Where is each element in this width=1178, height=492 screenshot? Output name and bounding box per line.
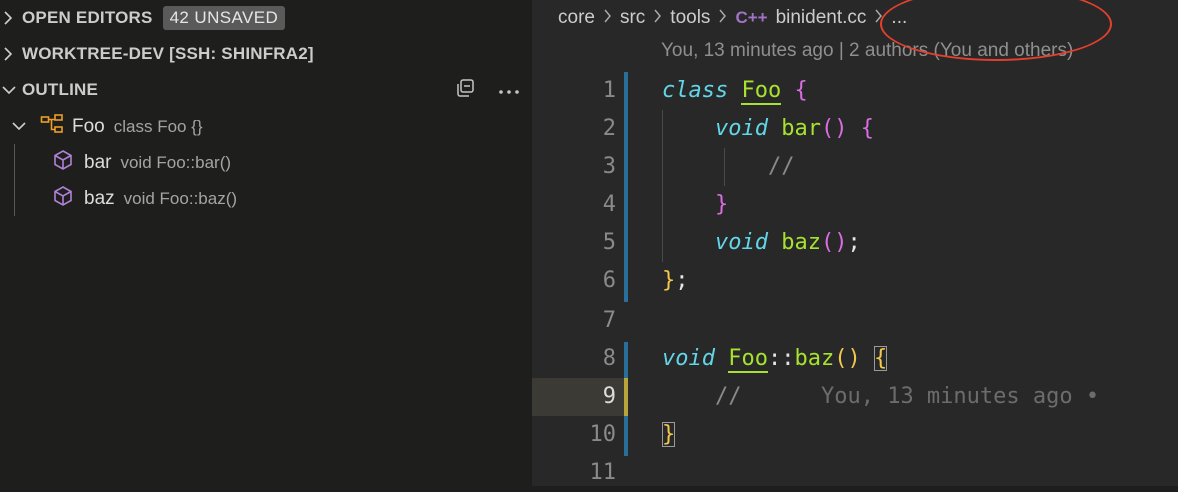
- symbol-detail: class Foo {}: [113, 117, 203, 136]
- line-number: 9: [602, 384, 616, 409]
- method-symbol-icon: [52, 149, 74, 177]
- chevron-down-icon[interactable]: [12, 116, 28, 138]
- brace: }: [662, 268, 676, 293]
- breadcrumb-item[interactable]: core: [558, 7, 595, 29]
- semicolon: ;: [675, 268, 689, 293]
- worktree-header[interactable]: WORKTREE-DEV [SSH: SHINFRA2]: [0, 36, 532, 72]
- symbol-detail: void Foo::baz(): [123, 189, 238, 208]
- code-line-2: void bar() {: [662, 110, 874, 148]
- semicolon: ;: [847, 230, 861, 255]
- git-modified-indicator[interactable]: [624, 378, 628, 416]
- class-symbol-icon: [40, 113, 64, 141]
- outline-item-baz[interactable]: baz void Foo::baz(): [52, 181, 237, 217]
- code-line-8: void Foo::baz() {: [662, 340, 888, 378]
- outline-header[interactable]: OUTLINE: [0, 72, 532, 108]
- outline-item-bar[interactable]: bar void Foo::bar(): [52, 145, 231, 181]
- keyword: void: [714, 116, 768, 141]
- chevron-right-icon[interactable]: [2, 47, 22, 61]
- keyword: void: [714, 230, 768, 255]
- more-actions-icon[interactable]: [498, 80, 520, 100]
- symbol-name: bar: [84, 152, 112, 173]
- code-line-6: };: [662, 262, 689, 300]
- breadcrumb-item[interactable]: src: [620, 7, 645, 29]
- symbol-detail: void Foo::bar(): [120, 153, 232, 172]
- worktree-title: WORKTREE-DEV [SSH: SHINFRA2]: [22, 44, 314, 63]
- code-line-10: }: [662, 416, 676, 454]
- line-number: 7: [602, 308, 616, 333]
- parens: (): [820, 116, 848, 141]
- chevron-right-icon: [603, 8, 612, 28]
- outline-tree: Foo class Foo {} bar void Foo::bar() baz…: [0, 108, 532, 486]
- sidebar: OPEN EDITORS 42 UNSAVED WORKTREE-DEV [SS…: [0, 0, 532, 486]
- outline-title: OUTLINE: [22, 80, 99, 99]
- git-change-indicator[interactable]: [624, 342, 628, 378]
- chevron-right-icon[interactable]: [2, 11, 22, 25]
- line-number: 6: [602, 268, 616, 293]
- line-number: 10: [589, 422, 617, 447]
- code-line-4: }: [662, 186, 728, 224]
- comment: //: [714, 384, 742, 409]
- code-line-9: // You, 13 minutes ago •: [662, 378, 1099, 416]
- chevron-down-icon[interactable]: [2, 84, 22, 96]
- comment: //: [767, 154, 795, 179]
- outline-item-foo[interactable]: Foo class Foo {}: [12, 109, 203, 145]
- parens: (): [834, 346, 861, 371]
- outline-actions: [456, 72, 520, 108]
- breadcrumb-more[interactable]: ...: [891, 7, 907, 29]
- brace: }: [714, 192, 729, 217]
- chevron-right-icon: [718, 8, 727, 28]
- inline-blame[interactable]: You, 13 minutes ago •: [821, 384, 1099, 409]
- code-line-1: class Foo {: [662, 72, 808, 110]
- breadcrumb-file[interactable]: binident.cc: [776, 7, 867, 29]
- line-number: 5: [602, 230, 616, 255]
- symbol-name: Foo: [72, 116, 105, 137]
- chevron-right-icon: [653, 8, 662, 28]
- line-number: 3: [602, 154, 616, 179]
- breadcrumb-item[interactable]: tools: [670, 7, 710, 29]
- line-number: 4: [602, 192, 616, 217]
- git-change-indicator[interactable]: [624, 416, 628, 456]
- function-name: baz: [781, 230, 821, 255]
- blame-codelens[interactable]: You, 13 minutes ago | 2 authors (You and…: [661, 40, 1073, 62]
- brace: {: [860, 116, 874, 141]
- method-symbol-icon: [52, 185, 74, 213]
- chevron-right-icon: [874, 8, 883, 28]
- line-number: 1: [602, 78, 616, 103]
- cpp-file-icon: C++: [735, 8, 768, 27]
- class-name: Foo: [741, 78, 782, 105]
- breadcrumb: core src tools C++ binident.cc ...: [558, 0, 907, 36]
- function-name: baz: [794, 346, 835, 371]
- scope-operator: ::: [767, 346, 795, 371]
- open-editors-header[interactable]: OPEN EDITORS 42 UNSAVED: [0, 0, 532, 36]
- symbol-name: baz: [84, 188, 115, 209]
- line-number: 8: [602, 346, 616, 371]
- code-editor[interactable]: core src tools C++ binident.cc ... You, …: [532, 0, 1178, 486]
- matched-brace: }: [662, 422, 676, 447]
- parens: (): [820, 230, 848, 255]
- code-line-3: //: [662, 148, 795, 186]
- class-name: Foo: [728, 346, 768, 373]
- keyword: class: [662, 78, 729, 103]
- function-name: bar: [781, 116, 821, 141]
- line-number: 2: [602, 116, 616, 141]
- collapse-all-icon[interactable]: [456, 78, 476, 103]
- matched-brace: {: [873, 346, 888, 371]
- line-number: 11: [589, 460, 617, 485]
- brace: {: [794, 78, 808, 103]
- open-editors-title: OPEN EDITORS: [22, 8, 153, 27]
- tree-indent-guide: [14, 144, 15, 216]
- git-change-indicator[interactable]: [624, 72, 628, 302]
- code-line-5: void baz();: [662, 224, 861, 262]
- unsaved-badge: 42 UNSAVED: [162, 6, 286, 30]
- keyword: void: [662, 346, 715, 371]
